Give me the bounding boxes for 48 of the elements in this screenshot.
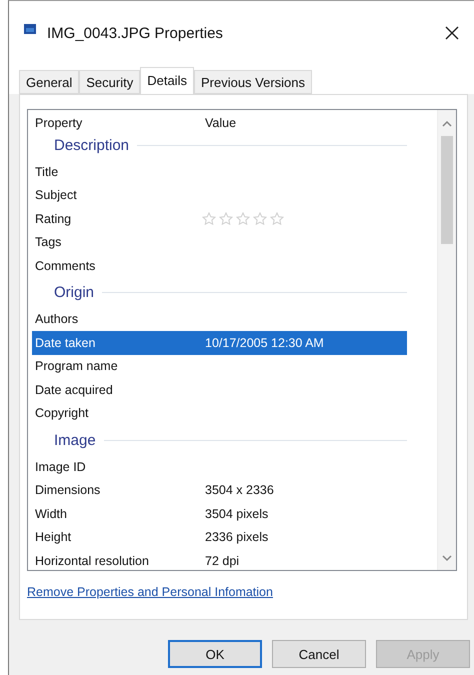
property-name: Height xyxy=(34,530,72,544)
property-name: Title xyxy=(34,164,60,179)
list-row[interactable]: Tags xyxy=(32,230,407,254)
list-row[interactable]: Program name xyxy=(32,354,407,378)
list-row[interactable]: Copyright xyxy=(32,402,407,425)
list-row[interactable]: Height 2336 pixels xyxy=(32,526,407,549)
property-name: Tags xyxy=(34,235,62,250)
list-row[interactable]: Comments xyxy=(32,254,407,278)
list-row[interactable]: Rating xyxy=(32,207,407,230)
tab[interactable]: Details xyxy=(140,67,194,95)
property-name: Date acquired xyxy=(34,382,114,397)
property-name: Subject xyxy=(34,188,78,202)
list-row[interactable]: Authors xyxy=(32,308,407,331)
property-value: 2336 pixels xyxy=(204,530,270,544)
dialog-button[interactable]: Cancel xyxy=(272,640,366,668)
property-name: Date taken xyxy=(34,336,96,350)
property-name: Copyright xyxy=(34,406,90,420)
column-header[interactable]: Property xyxy=(32,116,202,130)
list-row[interactable]: Subject xyxy=(32,184,407,207)
property-name: Image ID xyxy=(34,460,87,474)
list-row[interactable]: Title xyxy=(32,160,407,184)
group-heading: Description xyxy=(54,136,130,154)
property-value: 3504 pixels xyxy=(204,506,270,521)
list-row[interactable]: Width 3504 pixels xyxy=(32,502,407,526)
property-name: Rating xyxy=(34,212,72,226)
list-row[interactable]: Date acquired xyxy=(32,378,407,402)
property-name: Dimensions xyxy=(34,483,102,498)
list-row[interactable]: Date taken 10/17/2005 12:30 AM xyxy=(32,331,407,354)
property-value: 72 dpi xyxy=(204,554,240,568)
group-heading: Origin xyxy=(54,284,94,301)
group-heading: Image xyxy=(54,432,96,448)
property-value: 3504 x 2336 xyxy=(204,483,275,498)
tab[interactable]: Security xyxy=(79,70,140,94)
list-row[interactable]: Image ID xyxy=(32,455,407,478)
property-name: Comments xyxy=(34,258,96,273)
remove-properties-link[interactable]: Remove Properties and Personal Infomation xyxy=(27,585,273,599)
tab[interactable]: Previous Versions xyxy=(194,70,312,94)
dialog-button[interactable]: OK xyxy=(168,640,262,668)
column-header[interactable]: Value xyxy=(202,116,433,130)
property-name: Authors xyxy=(34,312,80,326)
property-value: 10/17/2005 12:30 AM xyxy=(204,336,325,350)
property-name: Program name xyxy=(34,359,119,374)
window-title: IMG_0043.JPG Properties xyxy=(47,24,224,42)
tab[interactable]: General xyxy=(19,70,80,94)
list-row[interactable]: Horizontal resolution 72 dpi xyxy=(32,549,407,570)
property-name: Horizontal resolution xyxy=(34,554,150,568)
list-row[interactable]: Dimensions 3504 x 2336 xyxy=(32,478,407,502)
property-name: Width xyxy=(34,506,68,521)
